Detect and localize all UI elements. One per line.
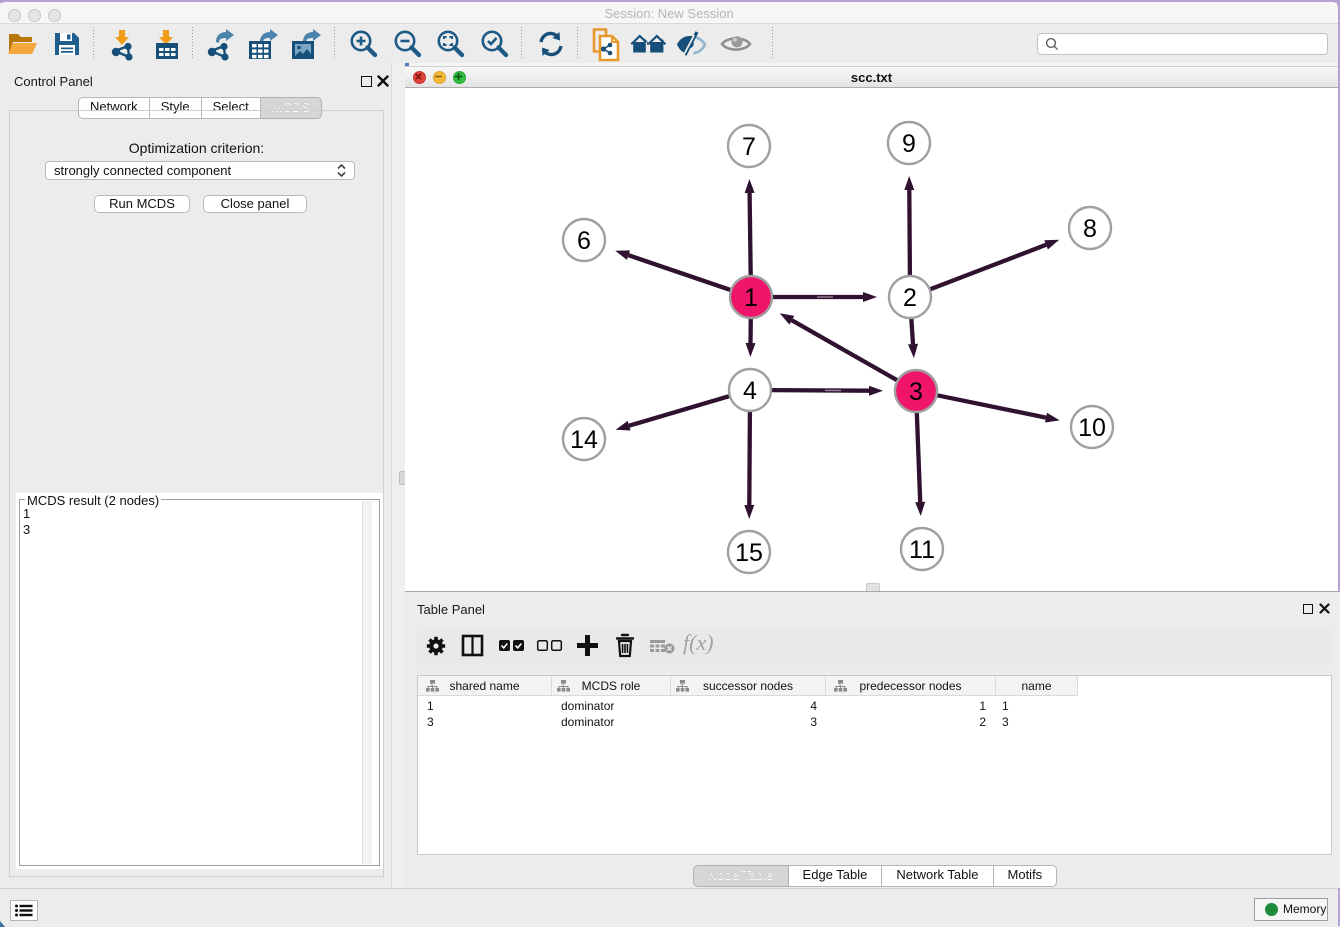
svg-text:7: 7 [742, 133, 756, 161]
svg-text:4: 4 [743, 377, 757, 405]
svg-text:6: 6 [577, 227, 591, 255]
svg-text:1: 1 [744, 284, 758, 312]
svg-text:8: 8 [1083, 215, 1097, 243]
svg-text:14: 14 [570, 426, 598, 454]
svg-text:3: 3 [909, 378, 923, 406]
svg-text:2: 2 [903, 284, 917, 312]
svg-text:10: 10 [1078, 414, 1106, 442]
svg-text:15: 15 [735, 539, 763, 567]
svg-text:11: 11 [909, 536, 935, 564]
svg-text:9: 9 [902, 130, 916, 158]
